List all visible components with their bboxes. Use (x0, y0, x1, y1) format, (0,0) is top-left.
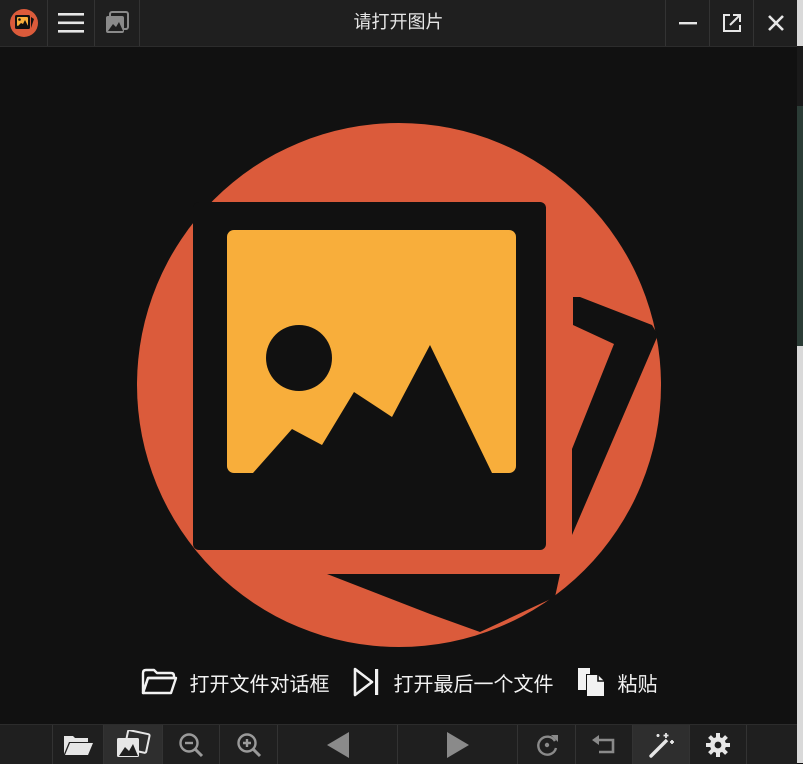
gallery-toolbar-button[interactable] (103, 725, 162, 764)
zoom-in-icon (236, 732, 261, 757)
zoom-in-button[interactable] (219, 725, 277, 764)
paste-icon (577, 668, 604, 696)
previous-icon (326, 731, 349, 758)
play-next-icon (353, 667, 378, 697)
gallery-icon (117, 729, 151, 757)
undo-icon (592, 734, 615, 753)
open-dialog-label: 打开文件对话框 (189, 671, 330, 696)
app-logo-large-icon (137, 123, 661, 647)
minimize-button[interactable] (665, 0, 709, 46)
next-button[interactable] (397, 725, 517, 764)
paste-action[interactable]: 粘贴 (576, 666, 658, 698)
folder-icon (141, 668, 177, 695)
open-file-button[interactable] (52, 725, 103, 764)
desktop-edge (797, 0, 803, 763)
close-button[interactable] (753, 0, 797, 46)
image-canvas[interactable]: 打开文件对话框 打开最后一个文件 粘贴 (0, 47, 797, 724)
folder-open-icon (64, 735, 93, 755)
bottom-toolbar (0, 724, 797, 764)
window-title: 请打开图片 (353, 12, 444, 33)
title-bar: 请打开图片 (0, 0, 797, 47)
open-last-action[interactable]: 打开最后一个文件 (352, 666, 554, 698)
zoom-out-icon (179, 732, 204, 757)
menu-button[interactable] (48, 0, 95, 46)
open-dialog-action[interactable]: 打开文件对话框 (140, 667, 330, 697)
paste-label: 粘贴 (617, 671, 658, 696)
app-logo-button[interactable] (0, 0, 48, 46)
popout-icon (722, 14, 741, 32)
magic-wand-icon (649, 732, 674, 758)
close-icon (767, 15, 784, 31)
next-icon (446, 731, 469, 758)
settings-button[interactable] (689, 725, 747, 764)
undo-button[interactable] (575, 725, 632, 764)
settings-icon (706, 732, 730, 757)
desktop-edge-dark (797, 46, 803, 106)
magic-wand-button[interactable] (632, 725, 689, 764)
zoom-out-button[interactable] (162, 725, 219, 764)
desktop-edge-green (797, 106, 803, 346)
previous-button[interactable] (277, 725, 397, 764)
popout-button[interactable] (709, 0, 753, 46)
app-logo-icon (9, 9, 38, 37)
rotate-button[interactable] (517, 725, 575, 764)
open-last-label: 打开最后一个文件 (393, 671, 554, 696)
welcome-actions: 打开文件对话框 打开最后一个文件 粘贴 (0, 660, 797, 704)
menu-icon (58, 13, 84, 33)
rotate-icon (536, 734, 558, 756)
minimize-icon (678, 22, 697, 25)
gallery-icon (106, 11, 129, 33)
gallery-button[interactable] (95, 0, 140, 46)
